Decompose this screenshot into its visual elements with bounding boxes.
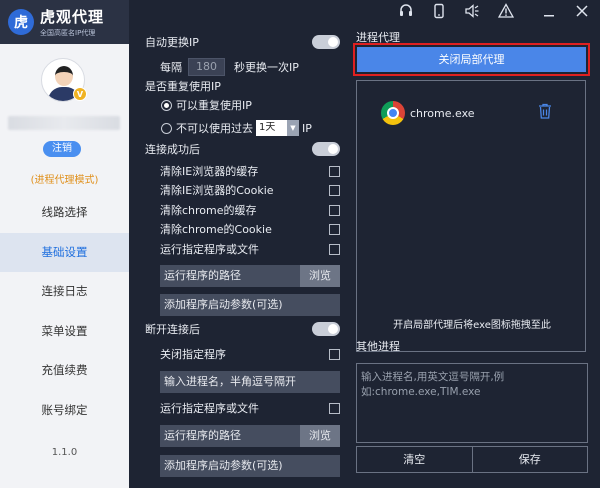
phone-icon[interactable]	[431, 3, 447, 19]
sidebar-item-basic-settings[interactable]: 基础设置	[0, 232, 129, 272]
no-reuse-value: 1天	[259, 122, 276, 133]
sidebar: 虎 虎观代理 全国高匿名IP代理 V 注销 (进程代理模式) 线路选择 基础设置…	[0, 0, 129, 488]
brand-subtitle: 全国高匿名IP代理	[40, 29, 96, 37]
run-program-row[interactable]: 运行指定程序或文件	[129, 239, 350, 259]
other-process-input[interactable]: 输入进程名,用英文逗号隔开,例 如:chrome.exe,TIM.exe	[356, 363, 588, 443]
close-partial-proxy-button[interactable]: 关闭局部代理	[357, 47, 586, 72]
reuse-label: 是否重复使用IP	[145, 80, 221, 93]
save-button[interactable]: 保存	[472, 446, 588, 473]
clear-chrome-cookie-row[interactable]: 清除chrome的Cookie	[129, 219, 350, 239]
program-path-label: 运行程序的路径	[164, 269, 241, 282]
clear-chrome-cookie-checkbox[interactable]	[329, 223, 340, 235]
on-disconnect-label: 断开连接后	[145, 323, 200, 336]
warning-icon[interactable]	[498, 3, 514, 19]
sidebar-item-menu-settings[interactable]: 菜单设置	[0, 312, 129, 352]
on-connect-label: 连接成功后	[145, 143, 200, 156]
other-process-actions: 清空 保存	[356, 446, 588, 473]
sidebar-item-connection-log[interactable]: 连接日志	[0, 272, 129, 312]
proxy-panel: 进程代理 关闭局部代理 chrome.exe 开启局部代理后将exe图标拖拽至此…	[350, 22, 600, 488]
process-name: chrome.exe	[410, 106, 475, 120]
every-label: 每隔	[160, 61, 182, 74]
close-program-row[interactable]: 关闭指定程序	[129, 344, 350, 364]
clear-ie-cookie-checkbox[interactable]	[329, 184, 340, 196]
auto-switch-label: 自动更换IP	[145, 36, 199, 49]
no-reuse-suffix: IP	[302, 121, 312, 135]
process-item[interactable]: chrome.exe	[381, 101, 475, 125]
add-params2-field[interactable]: 添加程序启动参数(可选)	[160, 455, 340, 477]
no-reuse-prefix: 不可以使用过去	[176, 122, 253, 135]
run-program-checkbox[interactable]	[329, 243, 340, 255]
close-program-label: 关闭指定程序	[160, 348, 226, 361]
run-program2-row[interactable]: 运行指定程序或文件	[129, 398, 350, 418]
add-params-field[interactable]: 添加程序启动参数(可选)	[160, 294, 340, 316]
logout-button[interactable]: 注销	[43, 141, 81, 157]
vip-badge-icon: V	[73, 87, 87, 101]
clear-chrome-cache-row[interactable]: 清除chrome的缓存	[129, 200, 350, 220]
clear-ie-cache-label: 清除IE浏览器的缓存	[160, 165, 259, 178]
chrome-icon	[381, 101, 405, 125]
interval-suffix: 秒更换一次IP	[234, 61, 299, 74]
title-bar	[129, 0, 600, 22]
clear-ie-cache-checkbox[interactable]	[329, 165, 340, 177]
reuse-radio[interactable]	[161, 99, 172, 111]
username-blurred	[8, 116, 120, 130]
trash-icon[interactable]	[538, 103, 552, 119]
minimize-icon[interactable]	[541, 3, 557, 19]
program-path2-label: 运行程序的路径	[164, 429, 241, 442]
process-name-field[interactable]: 输入进程名，半角逗号隔开	[160, 371, 340, 393]
auto-switch-toggle[interactable]	[312, 35, 340, 49]
drop-hint: 开启局部代理后将exe图标拖拽至此	[393, 320, 551, 331]
reuse-option-label: 可以重复使用IP	[176, 99, 252, 112]
other-process-title: 其他进程	[356, 340, 400, 353]
interval-input[interactable]: 180	[188, 58, 225, 76]
on-disconnect-toggle[interactable]	[312, 322, 340, 336]
version-label: 1.1.0	[51, 447, 78, 458]
on-connect-row: 连接成功后	[129, 139, 350, 159]
close-proxy-highlight: 关闭局部代理	[353, 43, 590, 76]
run-program2-label: 运行指定程序或文件	[160, 402, 259, 415]
program-path2-field[interactable]: 运行程序的路径 浏览	[160, 425, 340, 447]
close-icon[interactable]	[574, 3, 590, 19]
headset-icon[interactable]	[398, 3, 414, 19]
on-connect-toggle[interactable]	[312, 142, 340, 156]
no-reuse-option-row[interactable]: 不可以使用过去 1天 ▼ IP	[129, 118, 350, 138]
clear-button[interactable]: 清空	[356, 446, 473, 473]
close-program-checkbox[interactable]	[329, 348, 340, 360]
program-path-field[interactable]: 运行程序的路径 浏览	[160, 265, 340, 287]
no-reuse-select[interactable]: 1天 ▼	[256, 120, 299, 136]
brand-title: 虎观代理	[40, 8, 105, 26]
sidebar-item-account-binding[interactable]: 账号绑定	[0, 391, 129, 431]
other-placeholder-line1: 输入进程名,用英文逗号隔开,例	[361, 371, 505, 383]
sidebar-item-recharge[interactable]: 充值续费	[0, 351, 129, 391]
reuse-row: 是否重复使用IP	[129, 76, 350, 96]
run-program-label: 运行指定程序或文件	[160, 243, 259, 256]
browse2-button[interactable]: 浏览	[300, 425, 340, 447]
brand-logo: 虎 虎观代理 全国高匿名IP代理	[0, 0, 129, 44]
mode-label: (进程代理模式)	[30, 175, 99, 186]
reuse-option-row[interactable]: 可以重复使用IP	[129, 95, 350, 115]
clear-ie-cookie-label: 清除IE浏览器的Cookie	[160, 184, 274, 197]
clear-chrome-cache-label: 清除chrome的缓存	[160, 204, 257, 217]
tiger-logo-icon: 虎	[8, 9, 34, 35]
clear-chrome-cache-checkbox[interactable]	[329, 204, 340, 216]
clear-ie-cache-row[interactable]: 清除IE浏览器的缓存	[129, 161, 350, 181]
interval-row: 每隔 180 秒更换一次IP	[129, 57, 350, 77]
sidebar-item-route[interactable]: 线路选择	[0, 193, 129, 233]
browse-button[interactable]: 浏览	[300, 265, 340, 287]
process-drop-area[interactable]: chrome.exe 开启局部代理后将exe图标拖拽至此	[356, 80, 586, 352]
no-reuse-radio[interactable]	[161, 122, 172, 134]
clear-ie-cookie-row[interactable]: 清除IE浏览器的Cookie	[129, 180, 350, 200]
sidebar-nav: 线路选择 基础设置 连接日志 菜单设置 充值续费 账号绑定	[0, 193, 129, 430]
clear-chrome-cookie-label: 清除chrome的Cookie	[160, 223, 272, 236]
chevron-down-icon[interactable]: ▼	[287, 120, 299, 136]
auto-switch-row: 自动更换IP	[129, 32, 350, 52]
settings-panel: 自动更换IP 每隔 180 秒更换一次IP 是否重复使用IP 可以重复使用IP …	[129, 22, 350, 488]
speaker-icon[interactable]	[464, 3, 480, 19]
on-disconnect-row: 断开连接后	[129, 319, 350, 339]
run-program2-checkbox[interactable]	[329, 402, 340, 414]
other-placeholder-line2: 如:chrome.exe,TIM.exe	[361, 386, 481, 398]
